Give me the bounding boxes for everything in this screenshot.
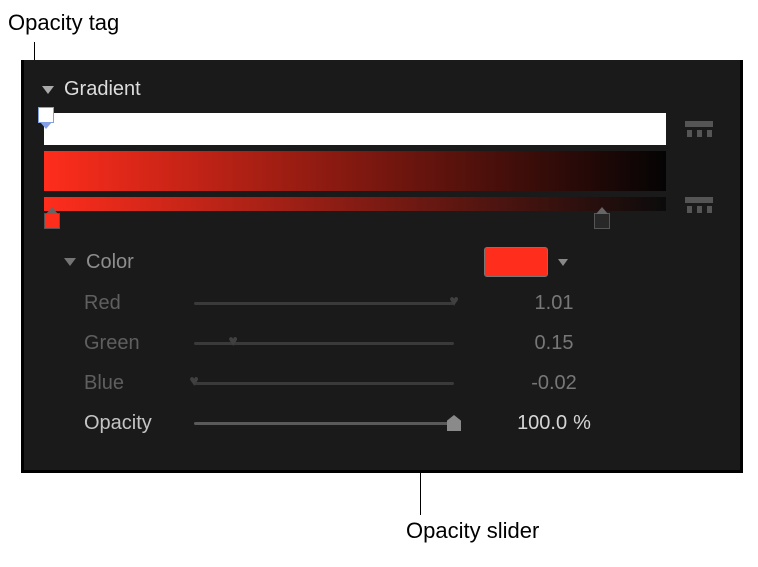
callout-opacity-tag: Opacity tag (8, 10, 119, 36)
color-section-title: Color (86, 251, 134, 274)
blue-label: Blue (64, 372, 194, 395)
callout-line (420, 470, 421, 515)
opacity-value[interactable]: 100.0% (494, 412, 614, 435)
heart-icon: ♥ (189, 373, 199, 391)
color-section: Color Red ♥ 1.01 Green ♥ 0.15 Blue (24, 233, 740, 443)
color-tags-track (44, 213, 666, 233)
distribute-opacity-stops-button[interactable] (678, 121, 720, 137)
opacity-row: Opacity 100.0% (64, 403, 720, 443)
green-value[interactable]: 0.15 (494, 332, 614, 355)
red-row: Red ♥ 1.01 (64, 283, 720, 323)
color-gradient-strip[interactable] (44, 197, 666, 211)
gradient-editor (24, 113, 740, 233)
green-slider[interactable]: ♥ (194, 331, 454, 355)
disclosure-triangle-icon (42, 86, 54, 94)
red-slider[interactable]: ♥ (194, 291, 454, 315)
green-label: Green (64, 332, 194, 355)
red-value[interactable]: 1.01 (494, 292, 614, 315)
chevron-down-icon[interactable] (558, 259, 568, 266)
gradient-panel: Gradient (21, 60, 743, 473)
heart-icon: ♥ (228, 333, 238, 351)
opacity-slider[interactable] (194, 411, 454, 435)
opacity-tag[interactable] (38, 107, 54, 123)
color-tag[interactable] (594, 213, 610, 229)
color-swatch[interactable] (484, 247, 548, 277)
blue-value[interactable]: -0.02 (494, 372, 614, 395)
color-section-header[interactable]: Color (64, 241, 720, 283)
section-title: Gradient (64, 78, 141, 101)
opacity-gradient-strip[interactable] (44, 113, 666, 145)
slider-thumb[interactable] (447, 415, 461, 431)
heart-icon: ♥ (449, 293, 459, 311)
red-label: Red (64, 292, 194, 315)
opacity-label: Opacity (64, 412, 194, 435)
green-row: Green ♥ 0.15 (64, 323, 720, 363)
distribute-color-stops-button[interactable] (678, 197, 720, 213)
color-tag[interactable] (44, 213, 60, 229)
blue-row: Blue ♥ -0.02 (64, 363, 720, 403)
callout-opacity-slider: Opacity slider (406, 518, 539, 544)
disclosure-triangle-icon (64, 258, 76, 266)
blue-slider[interactable]: ♥ (194, 371, 454, 395)
gradient-section-header[interactable]: Gradient (24, 60, 740, 113)
gradient-preview-strip (44, 151, 666, 191)
